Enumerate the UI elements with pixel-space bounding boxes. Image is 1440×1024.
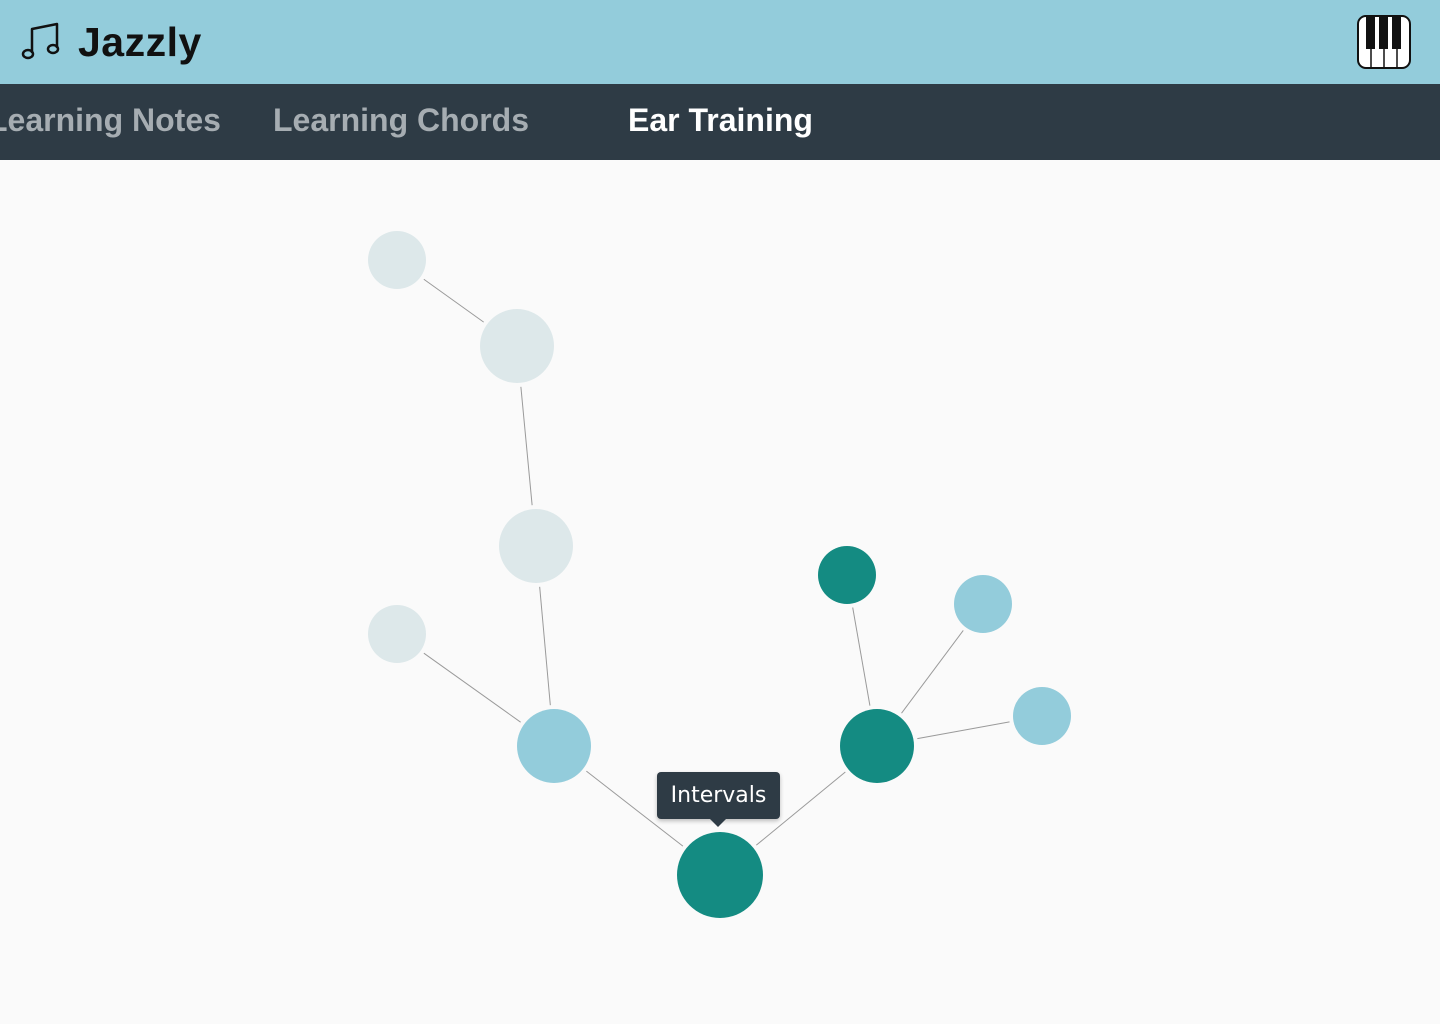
- skill-node-right-side[interactable]: [1013, 687, 1071, 745]
- piano-keys-icon: [1357, 15, 1411, 69]
- skill-node-right-top[interactable]: [818, 546, 876, 604]
- tab-learning-notes[interactable]: Learning Notes: [0, 84, 221, 160]
- skill-node-root[interactable]: [677, 832, 763, 918]
- edge-left-branch-to-left-leaf: [423, 652, 521, 723]
- tooltip-arrow: [710, 819, 726, 827]
- skill-node-left-mid[interactable]: [499, 509, 573, 583]
- edge-right-branch-to-right-upper: [901, 630, 964, 714]
- tooltip-text: Intervals: [670, 783, 767, 808]
- app-header: Jazzly: [0, 0, 1440, 84]
- node-tooltip: Intervals: [657, 772, 780, 827]
- edge-right-branch-to-right-side: [917, 721, 1010, 740]
- edge-left-upper-to-left-top: [423, 278, 484, 323]
- tab-learning-chords[interactable]: Learning Chords: [273, 84, 529, 160]
- skill-node-left-branch[interactable]: [517, 709, 591, 783]
- music-note-icon: [21, 22, 60, 60]
- app-brand[interactable]: Jazzly: [20, 16, 202, 68]
- section-tabs: Learning Notes Learning Chords Ear Train…: [0, 84, 1440, 160]
- skill-node-left-leaf[interactable]: [368, 605, 426, 663]
- edge-left-branch-to-left-mid: [539, 586, 551, 706]
- tab-ear-training[interactable]: Ear Training: [628, 84, 813, 160]
- skill-tree: Intervals: [0, 160, 1440, 1024]
- edge-right-branch-to-right-top: [852, 607, 871, 706]
- skill-node-left-upper[interactable]: [480, 309, 554, 383]
- edge-left-mid-to-left-upper: [520, 386, 533, 506]
- skill-node-right-branch[interactable]: [840, 709, 914, 783]
- skill-node-right-upper[interactable]: [954, 575, 1012, 633]
- app-title: Jazzly: [78, 18, 202, 65]
- piano-button[interactable]: [1357, 15, 1411, 69]
- skill-tree-graph: [368, 231, 1071, 918]
- skill-node-left-top[interactable]: [368, 231, 426, 289]
